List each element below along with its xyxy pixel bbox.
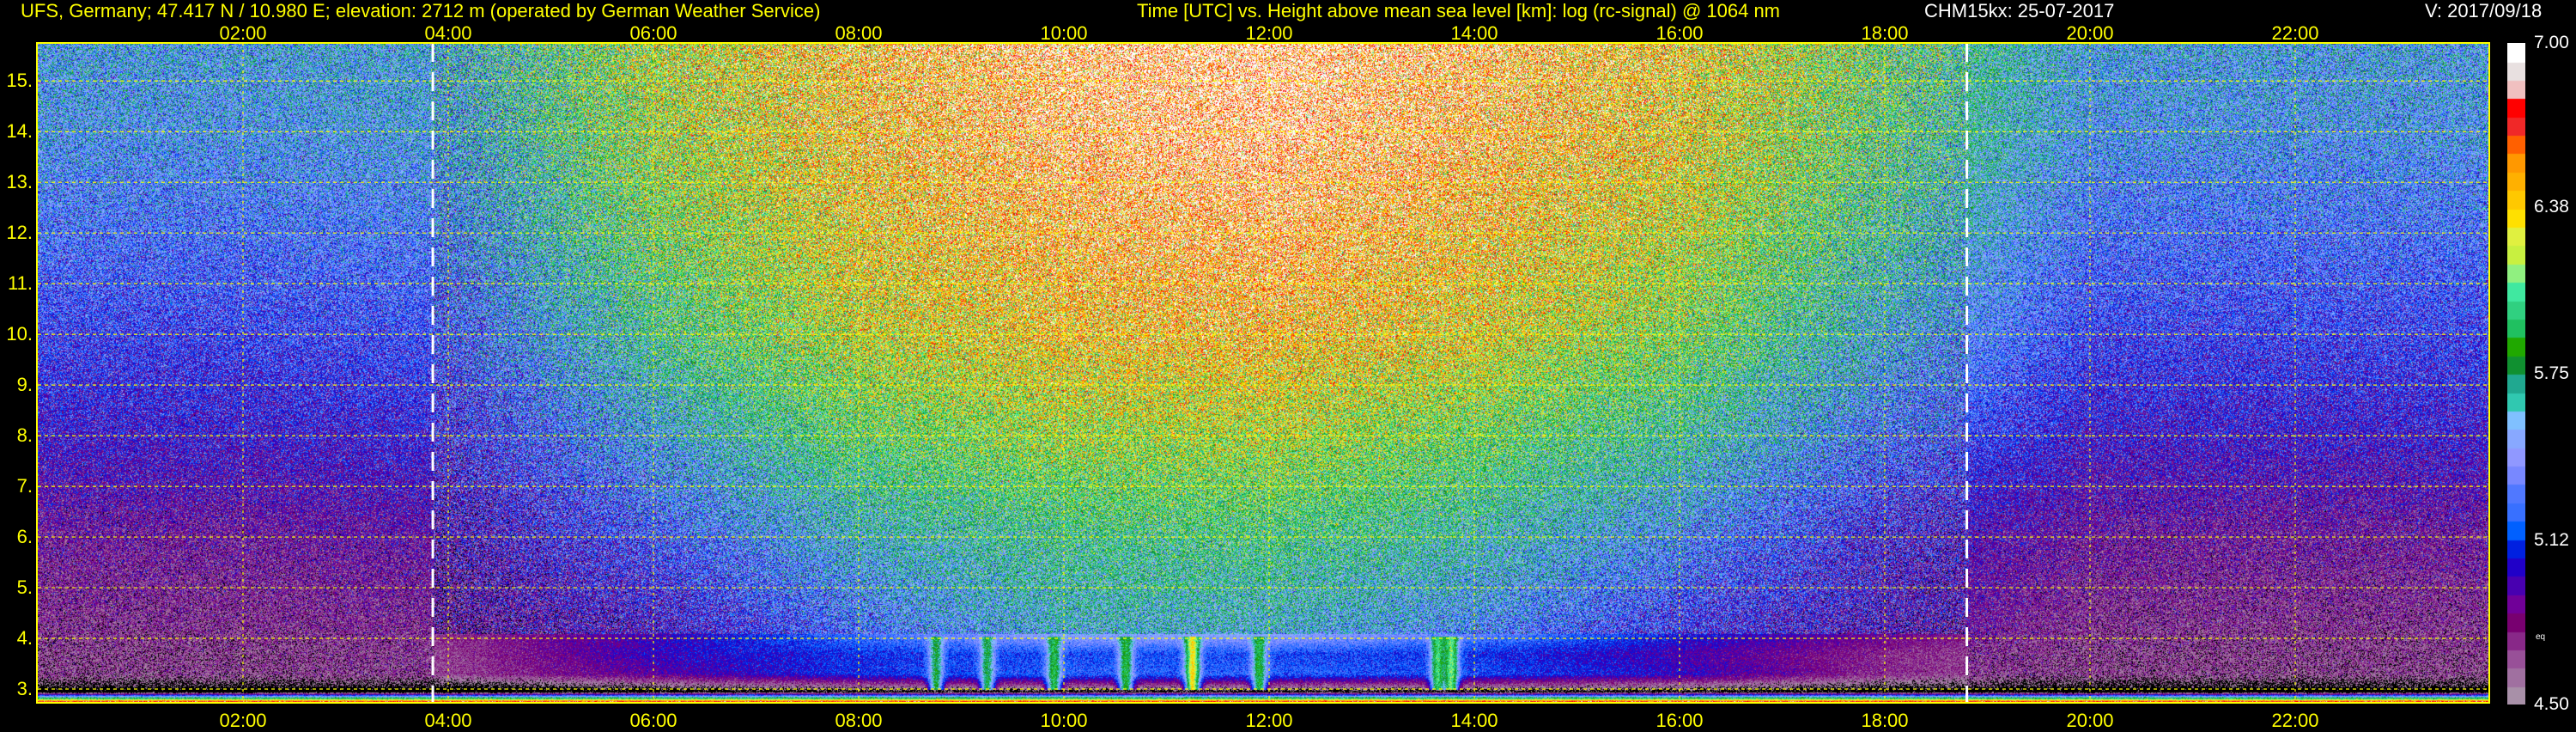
x-tick-label-top: 10:00 [1040, 22, 1088, 44]
y-tick-label: 4. [16, 627, 33, 650]
x-tick-label-bottom: 14:00 [1450, 710, 1498, 731]
colorbar-tick-label: 6.38 [2534, 196, 2569, 217]
x-tick-label-bottom: 16:00 [1656, 710, 1704, 731]
x-tick-label-bottom: 18:00 [1861, 710, 1909, 731]
y-tick-label: 5. [16, 576, 33, 599]
x-tick-label-top: 20:00 [2066, 22, 2114, 44]
y-tick-label: 9. [16, 374, 33, 396]
x-tick-label-top: 18:00 [1861, 22, 1909, 44]
x-tick-label-top: 02:00 [219, 22, 267, 44]
version-label: V: 2017/09/18 [2425, 0, 2543, 21]
x-tick-label-bottom: 20:00 [2066, 710, 2114, 731]
x-tick-label-top: 08:00 [835, 22, 883, 44]
plot-area [38, 43, 2490, 704]
plot-title: Time [UTC] vs. Height above mean sea lev… [1137, 0, 1781, 21]
x-tick-label-top: 16:00 [1656, 22, 1704, 44]
colorbar-tick-label: 7.00 [2534, 33, 2569, 52]
colorbar [2507, 43, 2525, 705]
y-tick-label: 8. [16, 424, 33, 447]
x-tick-label-bottom: 08:00 [835, 710, 883, 731]
x-tick-label-top: 14:00 [1450, 22, 1498, 44]
y-tick-label: 6. [16, 526, 33, 548]
x-tick-label-bottom: 10:00 [1040, 710, 1088, 731]
y-tick-label: 13. [6, 171, 33, 193]
y-tick-label: 10. [6, 323, 33, 345]
y-tick-label: 15. [6, 70, 33, 92]
y-tick-label: 7. [16, 475, 33, 497]
y-tick-label: 14. [6, 120, 33, 143]
x-tick-label-bottom: 12:00 [1245, 710, 1293, 731]
x-tick-label-top: 22:00 [2271, 22, 2319, 44]
x-tick-label-bottom: 04:00 [424, 710, 472, 731]
x-tick-label-bottom: 02:00 [219, 710, 267, 731]
x-tick-label-bottom: 06:00 [629, 710, 677, 731]
x-tick-label-top: 06:00 [629, 22, 677, 44]
colorbar-tick-label: 5.12 [2534, 530, 2569, 551]
instrument-date: CHM15kx: 25-07-2017 [1924, 0, 2115, 21]
colorbar-tick-label: 5.75 [2534, 363, 2569, 383]
station-info: UFS, Germany; 47.417 N / 10.980 E; eleva… [21, 0, 821, 21]
grid-overlay [38, 43, 2490, 704]
x-tick-label-top: 12:00 [1245, 22, 1293, 44]
y-tick-label: 11. [8, 272, 33, 295]
colorbar-tick-label: 4.50 [2534, 694, 2569, 714]
x-tick-label-bottom: 22:00 [2271, 710, 2319, 731]
x-tick-label-top: 04:00 [424, 22, 472, 44]
colorbar-note: eq [2536, 632, 2546, 642]
y-tick-label: 3. [16, 678, 33, 699]
y-tick-label: 12. [6, 222, 33, 244]
